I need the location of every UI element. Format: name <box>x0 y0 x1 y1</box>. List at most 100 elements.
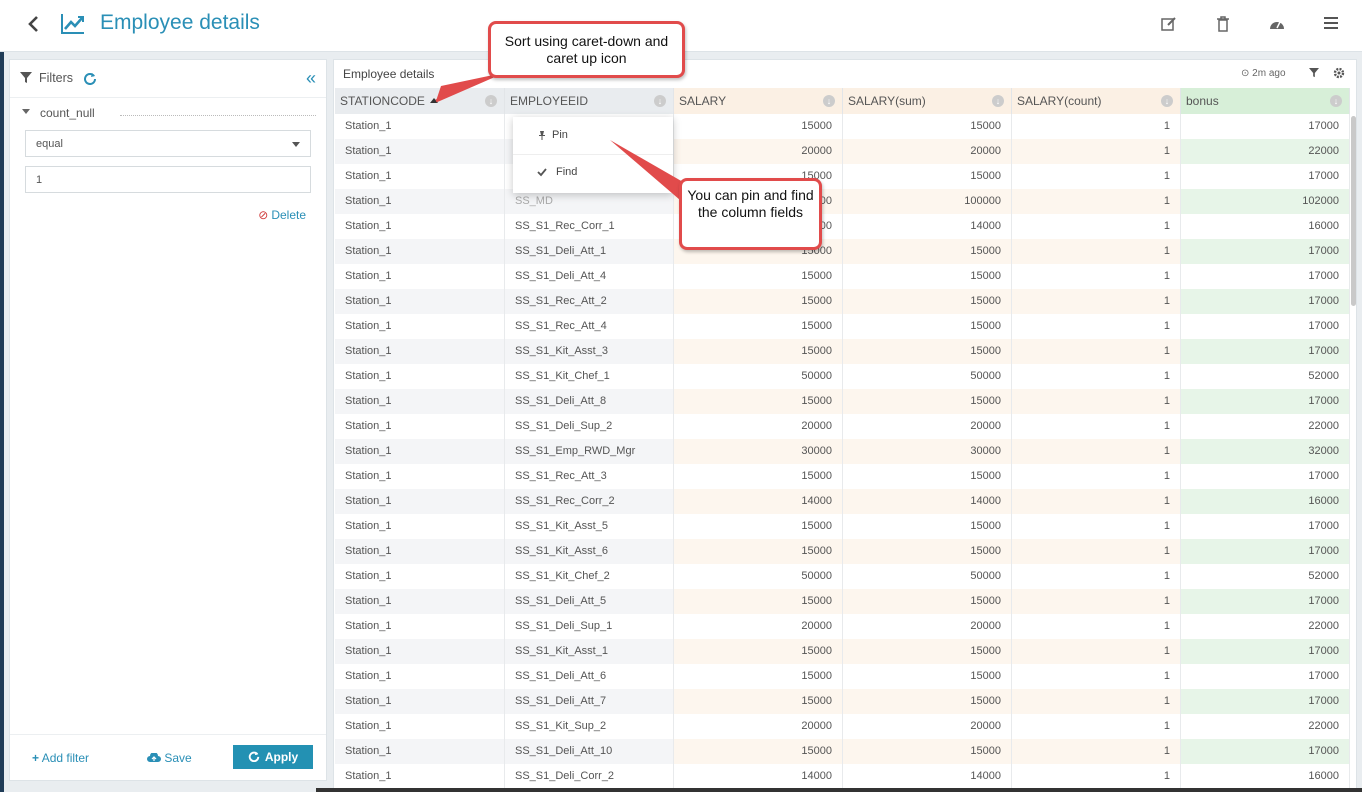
column-header-salary[interactable]: SALARY ↓ <box>674 88 843 114</box>
column-header-salary-sum[interactable]: SALARY(sum) ↓ <box>843 88 1012 114</box>
column-header-label: STATIONCODE <box>340 94 425 108</box>
table-row[interactable]: Station_1 SS_S1_Emp_RWD_Mgr 30000 30000 1 320… <box>335 439 1350 464</box>
table-cell: SS_S1_Deli_Att_7 <box>505 689 674 714</box>
table-cell: 17000 <box>1181 464 1350 489</box>
table-cell: SS_S1_Rec_Att_4 <box>505 314 674 339</box>
clock-icon: ⊙ <box>1241 68 1250 79</box>
table-cell: 17000 <box>1181 264 1350 289</box>
table-row[interactable]: Station_1 15000 15000 1 17000 <box>335 164 1350 189</box>
column-menu-icon[interactable]: ↓ <box>485 95 497 107</box>
table-cell: 15000 <box>843 664 1012 689</box>
table-row[interactable]: Station_1 SS_S1_Deli_Sup_1 20000 20000 1 2200… <box>335 614 1350 639</box>
table-cell: 1 <box>1012 439 1181 464</box>
table-row[interactable]: Station_1 SS_S1_Deli_Att_6 15000 15000 1 1700… <box>335 664 1350 689</box>
table-row[interactable]: Station_1SS_S1_Rec_Corr_1140001400011600… <box>335 214 1350 239</box>
add-filter-button[interactable]: + Add filter <box>32 751 89 765</box>
table-row[interactable]: Station_1SS_MD1000001000001102000 <box>335 189 1350 214</box>
column-header-bonus[interactable]: bonus ↓ <box>1181 88 1350 114</box>
delete-button[interactable] <box>1215 15 1235 35</box>
table-cell: Station_1 <box>335 164 505 189</box>
table-row[interactable]: Station_1 20000 20000 1 22000 <box>335 139 1350 164</box>
table-cell: Station_1 <box>335 464 505 489</box>
check-icon <box>537 168 547 177</box>
table-row[interactable]: Station_1 SS_S1_Deli_Att_4 15000 15000 1 1700… <box>335 264 1350 289</box>
table-cell: Station_1 <box>335 189 505 214</box>
column-header-salary-count[interactable]: SALARY(count) ↓ <box>1012 88 1181 114</box>
table-row[interactable]: Station_1 SS_S1_Kit_Asst_1 15000 15000 1 1700… <box>335 639 1350 664</box>
table-cell: 16000 <box>1181 764 1350 789</box>
table-cell: 15000 <box>843 314 1012 339</box>
filter-panel-header: Filters « <box>10 60 326 98</box>
filter-value-input[interactable] <box>25 166 311 193</box>
operator-select[interactable]: equal <box>25 130 311 157</box>
table-row[interactable]: Station_1 SS_S1_Kit_Asst_5 15000 15000 1 1700… <box>335 514 1350 539</box>
menu-button[interactable] <box>1323 15 1343 35</box>
filter-field-name: count_null <box>40 106 95 120</box>
table-cell: 1 <box>1012 364 1181 389</box>
column-menu-icon[interactable]: ↓ <box>1330 95 1342 107</box>
table-cell: 17000 <box>1181 239 1350 264</box>
table-cell: SS_S1_Deli_Corr_2 <box>505 764 674 789</box>
table-cell: 15000 <box>843 339 1012 364</box>
column-header-stationcode[interactable]: STATIONCODE ↓ <box>335 88 505 114</box>
back-button[interactable] <box>26 14 46 36</box>
table-cell: 15000 <box>843 589 1012 614</box>
table-row[interactable]: Station_1 SS_S1_Deli_Att_8 15000 15000 1 1700… <box>335 389 1350 414</box>
edit-button[interactable] <box>1160 15 1180 35</box>
trash-icon <box>1217 16 1229 32</box>
table-row[interactable]: Station_1 SS_S1_Deli_Att_10 15000 15000 1 170… <box>335 739 1350 764</box>
table-row[interactable]: Station_1 15000 15000 1 17000 <box>335 114 1350 139</box>
table-row[interactable]: Station_1 SS_S1_Deli_Corr_2 14000 14000 1 160… <box>335 764 1350 789</box>
caret-up-icon[interactable] <box>429 98 438 103</box>
table-cell: 1 <box>1012 289 1181 314</box>
add-filter-label: Add filter <box>41 751 90 765</box>
column-header-employeeid[interactable]: EMPLOYEEID ↓ <box>505 88 674 114</box>
table-row[interactable]: Station_1 SS_S1_Deli_Att_5 15000 15000 1 1700… <box>335 589 1350 614</box>
cloud-upload-icon <box>147 752 161 762</box>
refresh-icon[interactable] <box>83 71 97 85</box>
column-menu-icon[interactable]: ↓ <box>823 95 835 107</box>
table-cell: 17000 <box>1181 339 1350 364</box>
table-cell: 17000 <box>1181 314 1350 339</box>
table-cell: Station_1 <box>335 139 505 164</box>
filter-field-row[interactable]: count_null <box>20 106 316 122</box>
delete-filter-button[interactable]: ⊘ Delete <box>258 208 306 222</box>
column-menu-icon[interactable]: ↓ <box>1161 95 1173 107</box>
table-row[interactable]: Station_1 SS_S1_Rec_Att_2 15000 15000 1 17000 <box>335 289 1350 314</box>
table-row[interactable]: Station_1 SS_S1_Kit_Sup_2 20000 20000 1 22000 <box>335 714 1350 739</box>
table-cell: 14000 <box>674 764 843 789</box>
table-row[interactable]: Station_1 SS_S1_Kit_Asst_3 15000 15000 1 1700… <box>335 339 1350 364</box>
table-cell: Station_1 <box>335 114 505 139</box>
table-cell: 15000 <box>843 389 1012 414</box>
find-menu-item[interactable]: Find <box>513 154 673 190</box>
dashboard-button[interactable] <box>1268 15 1288 35</box>
save-button[interactable]: Save <box>147 751 192 765</box>
table-cell: 1 <box>1012 139 1181 164</box>
column-menu-icon[interactable]: ↓ <box>992 95 1004 107</box>
pin-menu-item[interactable]: Pin <box>513 117 673 153</box>
table-cell: 22000 <box>1181 414 1350 439</box>
table-row[interactable]: Station_1 SS_S1_Kit_Chef_1 50000 50000 1 5200… <box>335 364 1350 389</box>
table-cell: 15000 <box>674 664 843 689</box>
table-row[interactable]: Station_1 SS_S1_Rec_Corr_2 14000 14000 1 1600… <box>335 489 1350 514</box>
table-cell: SS_S1_Rec_Att_2 <box>505 289 674 314</box>
table-cell: Station_1 <box>335 564 505 589</box>
filter-icon[interactable] <box>1309 68 1319 78</box>
table-row[interactable]: Station_1 SS_S1_Deli_Sup_2 20000 20000 1 2200… <box>335 414 1350 439</box>
table-cell: 15000 <box>674 539 843 564</box>
vertical-scrollbar[interactable] <box>1351 116 1356 306</box>
table-row[interactable]: Station_1 SS_S1_Kit_Asst_6 15000 15000 1 1700… <box>335 539 1350 564</box>
table-cell: 15000 <box>843 514 1012 539</box>
table-row[interactable]: Station_1 SS_S1_Rec_Att_3 15000 15000 1 17000 <box>335 464 1350 489</box>
column-menu-icon[interactable]: ↓ <box>654 95 666 107</box>
collapse-panel-icon[interactable]: « <box>306 69 316 87</box>
table-cell: SS_S1_Deli_Att_6 <box>505 664 674 689</box>
table-cell: 1 <box>1012 614 1181 639</box>
table-row[interactable]: Station_1 SS_S1_Kit_Chef_2 50000 50000 1 5200… <box>335 564 1350 589</box>
gear-icon[interactable] <box>1333 67 1345 79</box>
table-row[interactable]: Station_1 SS_S1_Deli_Att_1 15000 15000 1 1700… <box>335 239 1350 264</box>
table-row[interactable]: Station_1 SS_S1_Deli_Att_7 15000 15000 1 1700… <box>335 689 1350 714</box>
table-cell: 1 <box>1012 239 1181 264</box>
table-row[interactable]: Station_1 SS_S1_Rec_Att_4 15000 15000 1 17000 <box>335 314 1350 339</box>
apply-button[interactable]: Apply <box>233 745 313 769</box>
